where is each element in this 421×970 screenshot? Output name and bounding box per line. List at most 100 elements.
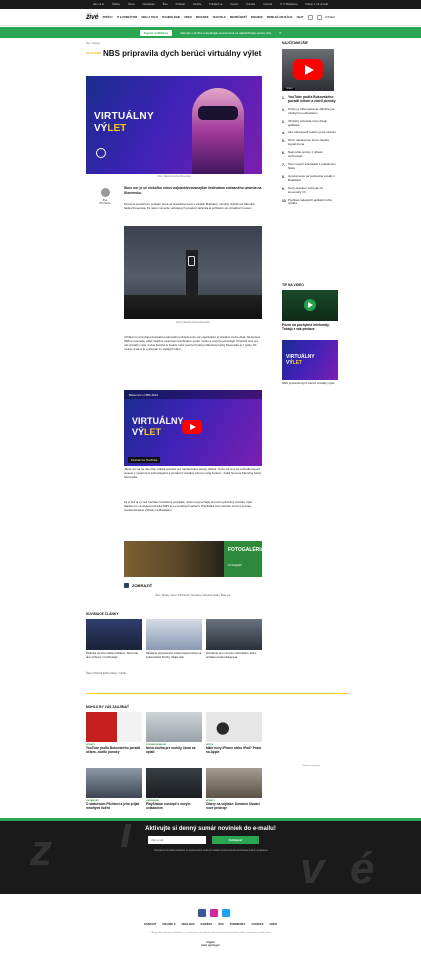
list-item[interactable]: 1. YouTube podľa Bukovského poradil účtom…: [282, 95, 337, 104]
play-icon[interactable]: [304, 299, 316, 311]
footer-link[interactable]: COOKIES: [251, 923, 263, 926]
footer-link[interactable]: KONTAKT: [144, 923, 157, 926]
instagram-icon[interactable]: [210, 909, 218, 917]
nav-item[interactable]: CHAT: [297, 16, 304, 19]
email-field[interactable]: [148, 836, 206, 844]
show-more-button[interactable]: ZOBRAZIŤ: [124, 583, 152, 588]
subscribe-button[interactable]: Odoberať: [212, 836, 259, 844]
footer-accent-line: [0, 818, 421, 821]
list-item[interactable]: 9. Nový operátor vstupuje na slovenský tr…: [282, 186, 337, 195]
top-link[interactable]: Prihlásiť sa: [209, 3, 222, 6]
article-tags[interactable]: Živé / Správy | Autor: PR článok | Súvis…: [124, 594, 262, 597]
interest-card[interactable]: Správy Obavy na súpiske: Dostanú Slováci…: [206, 768, 262, 810]
list-item[interactable]: 3. Obrázky zobrazia nový dizajn aplikácie: [282, 119, 337, 128]
weather: 8 °C Bratislava: [280, 3, 298, 6]
related-card[interactable]: Zoznámte sa s novými možnosťami, ktoré p…: [206, 619, 262, 659]
theme-toggle-icon[interactable]: [316, 14, 322, 20]
enable-notifications-button[interactable]: Zapnúť notifikácie: [139, 29, 173, 36]
footer-link[interactable]: PODMIENKY: [230, 923, 246, 926]
close-icon[interactable]: ✕: [279, 31, 281, 35]
watch-on-youtube-button[interactable]: Pozrieť na YouTube: [128, 457, 161, 463]
footer-link[interactable]: RSS: [218, 923, 223, 926]
related-title[interactable]: Skúšame pripravenosť online bankovníctva…: [146, 652, 202, 659]
card-title[interactable]: PlayStation nastúpil s novým ovládačom: [146, 802, 202, 810]
related-title[interactable]: Zoznámte sa s novými možnosťami, ktoré p…: [206, 652, 262, 659]
interest-card[interactable]: Zoznam Mobilné Nová služba pre mobily, k…: [146, 712, 202, 754]
interest-card[interactable]: Správy YouTube podľa Bukovského poradil …: [86, 712, 142, 754]
nav-item[interactable]: VEDA A TECH: [141, 16, 158, 19]
card-title[interactable]: Máte nový iPhone alebo iPad? Pozor na Ap…: [206, 746, 262, 754]
footer-link[interactable]: PRAVIDLÁ: [163, 923, 176, 926]
item-title[interactable]: Prečo je zabezpečenie dôležité pre všetk…: [288, 107, 337, 116]
nav-item[interactable]: FINANCIE: [251, 16, 263, 19]
related-card[interactable]: Skúšame pripravenosť online bankovníctva…: [146, 619, 202, 659]
tip-video-title[interactable]: Pozor na pochybné telefonáty, Ťahajú z v…: [282, 323, 338, 331]
item-title[interactable]: Prehľad najlepších aplikácií tohto týždň…: [288, 198, 337, 207]
sidebar-promo-image[interactable]: VIRTUÁLNY VÝLET: [282, 340, 338, 380]
item-title[interactable]: Test nových slúchadiel s potlačením hluk…: [288, 162, 337, 171]
nav-item[interactable]: TECHNOLÓGIE: [162, 16, 180, 19]
gallery-promo[interactable]: FOTOGALÉRIA 10 fotografií: [124, 541, 262, 577]
nav-item[interactable]: IT & OPERÁTORI: [117, 16, 137, 19]
item-title[interactable]: Obrázky zobrazia nový dizajn aplikácie: [288, 119, 337, 128]
top-link[interactable]: Súťaže: [193, 3, 201, 6]
footer-link[interactable]: KARIÉRA: [201, 923, 213, 926]
related-card[interactable]: Diskusia na tému alebo podobne. Skoro ta…: [86, 619, 142, 659]
list-item[interactable]: 2. Prečo je zabezpečenie dôležité pre vše…: [282, 107, 337, 116]
nav-item[interactable]: SPRÁVY: [103, 16, 113, 19]
list-item[interactable]: 4. Ako zabezpečiť telefón pred útokom: [282, 130, 337, 135]
tip-video-thumbnail[interactable]: [282, 290, 338, 321]
item-title[interactable]: Wi-Fi nastavenia, ktoré zlepšia signál d…: [288, 139, 337, 147]
list-item[interactable]: 6. Najnovšie správy z oblasti technológií: [282, 150, 337, 159]
top-link[interactable]: Ako na to: [93, 3, 104, 6]
nav-item[interactable]: RECENZIE: [196, 16, 209, 19]
top-link[interactable]: Články: [112, 3, 120, 6]
sidebar-video[interactable]: VIDEO: [282, 49, 334, 91]
list-item[interactable]: 7. Test nových slúchadiel s potlačením hl…: [282, 162, 337, 171]
top-link[interactable]: Inzercia: [263, 3, 272, 6]
video-title[interactable]: Biela noc v NBS 2021: [124, 390, 262, 399]
nav-item[interactable]: TECHTALK: [213, 16, 226, 19]
card-title[interactable]: Obavy na súpiske: Dostanú Slováci nové p…: [206, 802, 262, 810]
author-block[interactable]: Živé PR článok: [86, 188, 124, 205]
nav-item[interactable]: BEZPEČNOSŤ: [230, 16, 247, 19]
nav-item[interactable]: VIDEO: [184, 16, 192, 19]
top-link[interactable]: Slová: [128, 3, 135, 6]
top-link[interactable]: Pomoc: [230, 3, 238, 6]
gallery-box[interactable]: FOTOGALÉRIA 10 fotografií: [224, 541, 262, 577]
login-link[interactable]: Prihlásiť: [326, 16, 335, 19]
card-title[interactable]: O statočnom Plichtovi a jeho prijatí mno…: [86, 802, 142, 810]
sidebar-promo-title[interactable]: NBS pripravila dych berúci virtuálny výl…: [282, 381, 338, 386]
youtube-play-icon[interactable]: [293, 59, 323, 80]
list-item[interactable]: 10. Prehľad najlepších aplikácií tohto tý…: [282, 198, 337, 207]
list-item[interactable]: 8. Upozornenie na podvodné emaily v Brati…: [282, 174, 337, 183]
list-item[interactable]: 5. Wi-Fi nastavenia, ktoré zlepšia signál…: [282, 139, 337, 147]
breadcrumb[interactable]: Živé / Správy: [86, 42, 100, 45]
related-title[interactable]: Diskusia na tému alebo podobne. Skoro ta…: [86, 652, 142, 659]
top-link[interactable]: Živé: [163, 3, 168, 6]
search-icon[interactable]: [307, 14, 313, 20]
site-logo[interactable]: živé: [86, 14, 99, 21]
item-title[interactable]: Upozornenie na podvodné emaily v Bratisl…: [288, 174, 337, 183]
top-link[interactable]: Podcast: [176, 3, 185, 6]
interest-card[interactable]: Osobnosti O statočnom Plichtovi a jeho p…: [86, 768, 142, 810]
publisher-logo: ringier axel springer: [0, 940, 421, 948]
item-title[interactable]: Najnovšie správy z oblasti technológií: [288, 150, 337, 159]
embedded-video[interactable]: Biela noc v NBS 2021 VIRTUÁLNY VÝLET Poz…: [124, 390, 262, 466]
interest-card[interactable]: Apple Máte nový iPhone alebo iPad? Pozor…: [206, 712, 262, 754]
item-title[interactable]: Nový operátor vstupuje na slovenský trh: [288, 186, 337, 195]
facebook-icon[interactable]: [198, 909, 206, 917]
top-link[interactable]: Kontakt: [246, 3, 255, 6]
twitter-icon[interactable]: [222, 909, 230, 917]
nav-item[interactable]: MOBILNÁ APLIKÁCIA: [267, 16, 293, 19]
footer-link[interactable]: GDPR: [269, 923, 277, 926]
footer-link[interactable]: REKLAMA: [182, 923, 195, 926]
interest-card[interactable]: Hardware PlayStation nastúpil s novým ov…: [146, 768, 202, 810]
play-icon[interactable]: [182, 420, 202, 434]
item-title[interactable]: YouTube podľa Bukovského poradil účtom a…: [288, 95, 337, 104]
top-link[interactable]: Newsletter: [142, 3, 154, 6]
card-title[interactable]: YouTube podľa Bukovského poradil účtom, …: [86, 746, 142, 754]
card-title[interactable]: Nová služba pre mobily, ktorá sa oplatí: [146, 746, 202, 754]
related-more-link[interactable]: Ďalej | Zobraziť ďalšie články z rubriky: [86, 672, 126, 675]
item-title[interactable]: Ako zabezpečiť telefón pred útokom: [288, 130, 336, 135]
